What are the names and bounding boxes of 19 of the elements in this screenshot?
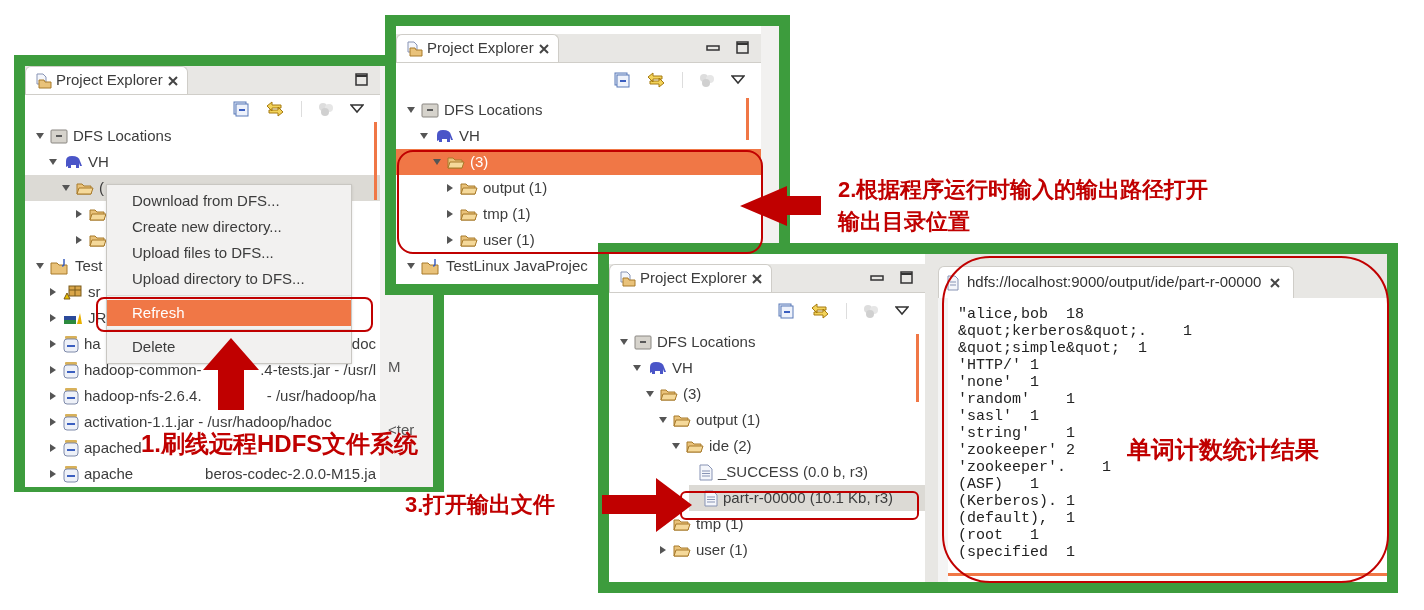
view-label: M — [388, 357, 402, 377]
code-line: 'string' 1 — [958, 425, 1076, 442]
code-line: &quot;kerberos&quot;. 1 — [958, 323, 1193, 340]
code-line: 'none' 1 — [958, 374, 1039, 391]
code-line: (default), 1 — [958, 510, 1076, 527]
code-line: (Kerberos). 1 — [958, 493, 1076, 510]
code-line: 'random' 1 — [958, 391, 1076, 408]
code-line: 'sasl' 1 — [958, 408, 1039, 425]
callout-text: 2.根据程序运行时输入的输出路径打开输出目录位置 — [838, 176, 1210, 236]
code-line: 'zookeeper' 2 — [958, 442, 1076, 459]
code-line: (root 1 — [958, 527, 1039, 544]
callout-text: 3.打开输出文件 — [405, 491, 557, 519]
code-line: 'HTTP/' 1 — [958, 357, 1039, 374]
code-line: (specified 1 — [958, 544, 1076, 561]
code-line: (ASF) 1 — [958, 476, 1039, 493]
code-line: 'zookeeper'. 1 — [958, 459, 1112, 476]
callout-text: 单词计数统计结果 — [1127, 435, 1320, 465]
code-line: "alice,bob 18 — [958, 306, 1085, 323]
code-line: &quot;simple&quot; 1 — [958, 340, 1148, 357]
